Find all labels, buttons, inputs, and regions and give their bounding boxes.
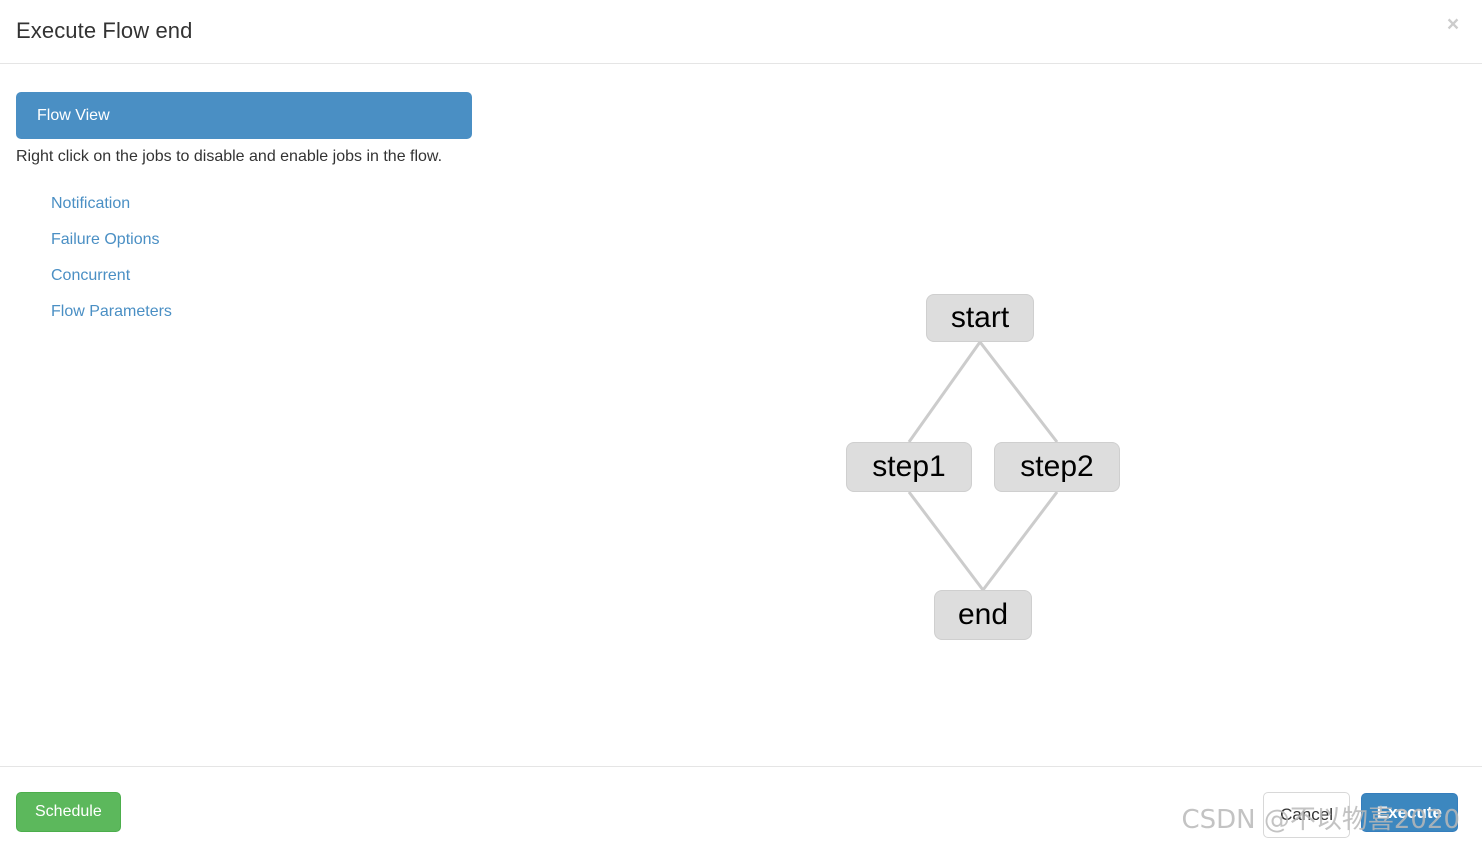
execute-button[interactable]: Execute: [1360, 793, 1458, 832]
sidebar-link-list: Notification Failure Options Concurrent …: [16, 186, 472, 330]
flow-node-end[interactable]: end: [934, 590, 1032, 640]
list-item: Failure Options: [16, 222, 472, 258]
sidebar-item-notification[interactable]: Notification: [16, 186, 472, 222]
list-item: Notification: [16, 186, 472, 222]
cancel-button[interactable]: Cancel: [1263, 792, 1350, 838]
modal-header: Execute Flow end ×: [0, 0, 1482, 64]
flow-edge-start-step2: [978, 341, 1059, 443]
sidebar-item-failure-options[interactable]: Failure Options: [16, 222, 472, 258]
flow-edge-layer: [907, 341, 1059, 591]
sidebar-hint-text: Right click on the jobs to disable and e…: [16, 148, 443, 165]
flow-node-step1[interactable]: step1: [846, 442, 972, 492]
modal-footer: Schedule Cancel Execute: [0, 766, 1482, 843]
schedule-button[interactable]: Schedule: [16, 792, 121, 832]
modal-body: Flow View Right click on the jobs to dis…: [0, 64, 1482, 766]
list-item: Concurrent: [16, 258, 472, 294]
flow-node-step2[interactable]: step2: [994, 442, 1120, 492]
page-title: Execute Flow end: [16, 18, 193, 43]
tab-flow-view[interactable]: Flow View: [16, 92, 472, 139]
flow-node-start[interactable]: start: [926, 294, 1034, 342]
flow-edge-step2-end: [981, 491, 1059, 591]
flow-graph: start step1 step2 end: [770, 209, 1200, 640]
close-icon[interactable]: ×: [1440, 12, 1466, 38]
sidebar: Flow View Right click on the jobs to dis…: [16, 92, 472, 346]
execute-flow-modal: Execute Flow end × Flow View Right click…: [0, 0, 1482, 843]
flow-edge-start-step1: [907, 341, 982, 443]
list-item: Flow Parameters: [16, 294, 472, 330]
flow-edge-step1-end: [907, 491, 985, 591]
sidebar-item-concurrent[interactable]: Concurrent: [16, 258, 472, 294]
sidebar-item-flow-parameters[interactable]: Flow Parameters: [16, 294, 472, 330]
